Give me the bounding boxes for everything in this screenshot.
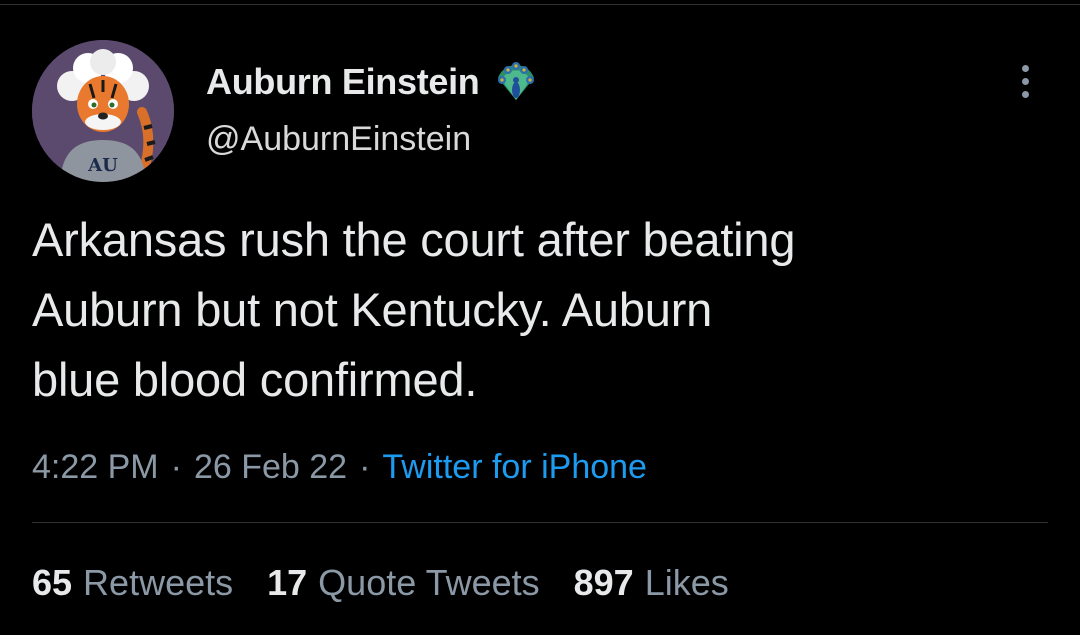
tweet-meta: 4:22 PM · 26 Feb 22 · Twitter for iPhone (32, 445, 647, 489)
author-name-row[interactable]: Auburn Einstein (206, 58, 540, 106)
more-options-button[interactable] (1004, 60, 1046, 102)
retweets-label: Retweets (83, 562, 234, 603)
more-options-icon (1021, 64, 1029, 72)
tweet-date[interactable]: 26 Feb 22 (194, 448, 347, 487)
display-name[interactable]: Auburn Einstein (206, 61, 480, 103)
peacock-emoji-icon (497, 62, 534, 100)
tiger-avatar-icon: AU (32, 40, 174, 182)
likes-label: Likes (644, 562, 729, 603)
likes-stat[interactable]: 897 Likes (574, 562, 729, 604)
more-options-icon (1021, 90, 1029, 98)
quote-tweets-count: 17 (267, 562, 308, 603)
likes-count: 897 (573, 562, 634, 603)
quote-tweets-stat[interactable]: 17 Quote Tweets (267, 562, 540, 604)
stats-divider (32, 522, 1048, 523)
tweet-text: Arkansas rush the court after beating Au… (32, 205, 1042, 415)
more-options-icon (1021, 77, 1029, 85)
tweet-text-line: Arkansas rush the court after beating (32, 213, 796, 266)
avatar[interactable]: AU (32, 40, 174, 182)
svg-text:AU: AU (87, 155, 118, 176)
tweet-stats: 65 Retweets 17 Quote Tweets 897 Likes (32, 560, 729, 606)
retweets-stat[interactable]: 65 Retweets (32, 562, 233, 604)
top-divider (0, 4, 1080, 5)
user-handle[interactable]: @AuburnEinstein (206, 120, 471, 159)
tweet-text-line: Auburn but not Kentucky. Auburn (32, 283, 713, 336)
tweet-time[interactable]: 4:22 PM (32, 448, 159, 487)
quote-tweets-label: Quote Tweets (318, 562, 540, 603)
tweet-source-link[interactable]: Twitter for iPhone (382, 448, 647, 487)
meta-separator: · (359, 447, 371, 486)
retweets-count: 65 (32, 562, 73, 603)
meta-separator: · (170, 447, 182, 486)
tweet-text-line: blue blood confirmed. (32, 353, 478, 406)
